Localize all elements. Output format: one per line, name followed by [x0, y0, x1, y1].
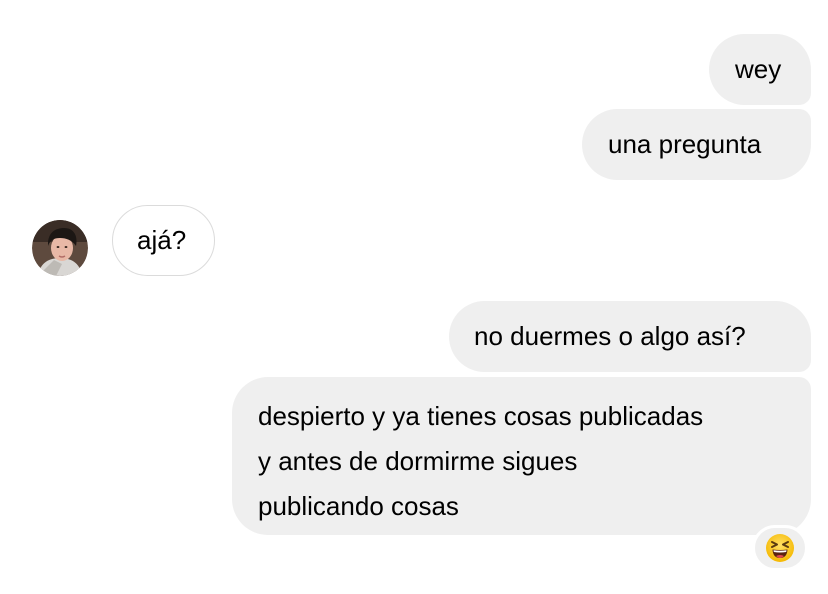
message-text: una pregunta — [608, 129, 762, 159]
avatar-photo — [32, 220, 88, 276]
sent-message-bubble[interactable]: no duermes o algo así? — [449, 301, 811, 372]
message-text-line: y antes de dormirme sigues — [258, 446, 578, 476]
sent-message-bubble[interactable]: wey — [709, 34, 811, 105]
message-text: ajá? — [137, 225, 187, 255]
message-text: no duermes o algo así? — [474, 321, 746, 351]
laughing-squinting-face-icon — [766, 534, 794, 562]
sent-message-bubble[interactable]: una pregunta — [582, 109, 811, 180]
contact-avatar[interactable] — [32, 220, 88, 276]
sent-message-bubble[interactable]: despierto y ya tienes cosas publicadas y… — [232, 377, 811, 535]
message-text-line: publicando cosas — [258, 491, 459, 521]
received-message-bubble[interactable]: ajá? — [112, 205, 215, 276]
message-text-line: despierto y ya tienes cosas publicadas — [258, 401, 704, 431]
message-reaction[interactable] — [752, 525, 808, 571]
message-text: wey — [735, 54, 782, 84]
